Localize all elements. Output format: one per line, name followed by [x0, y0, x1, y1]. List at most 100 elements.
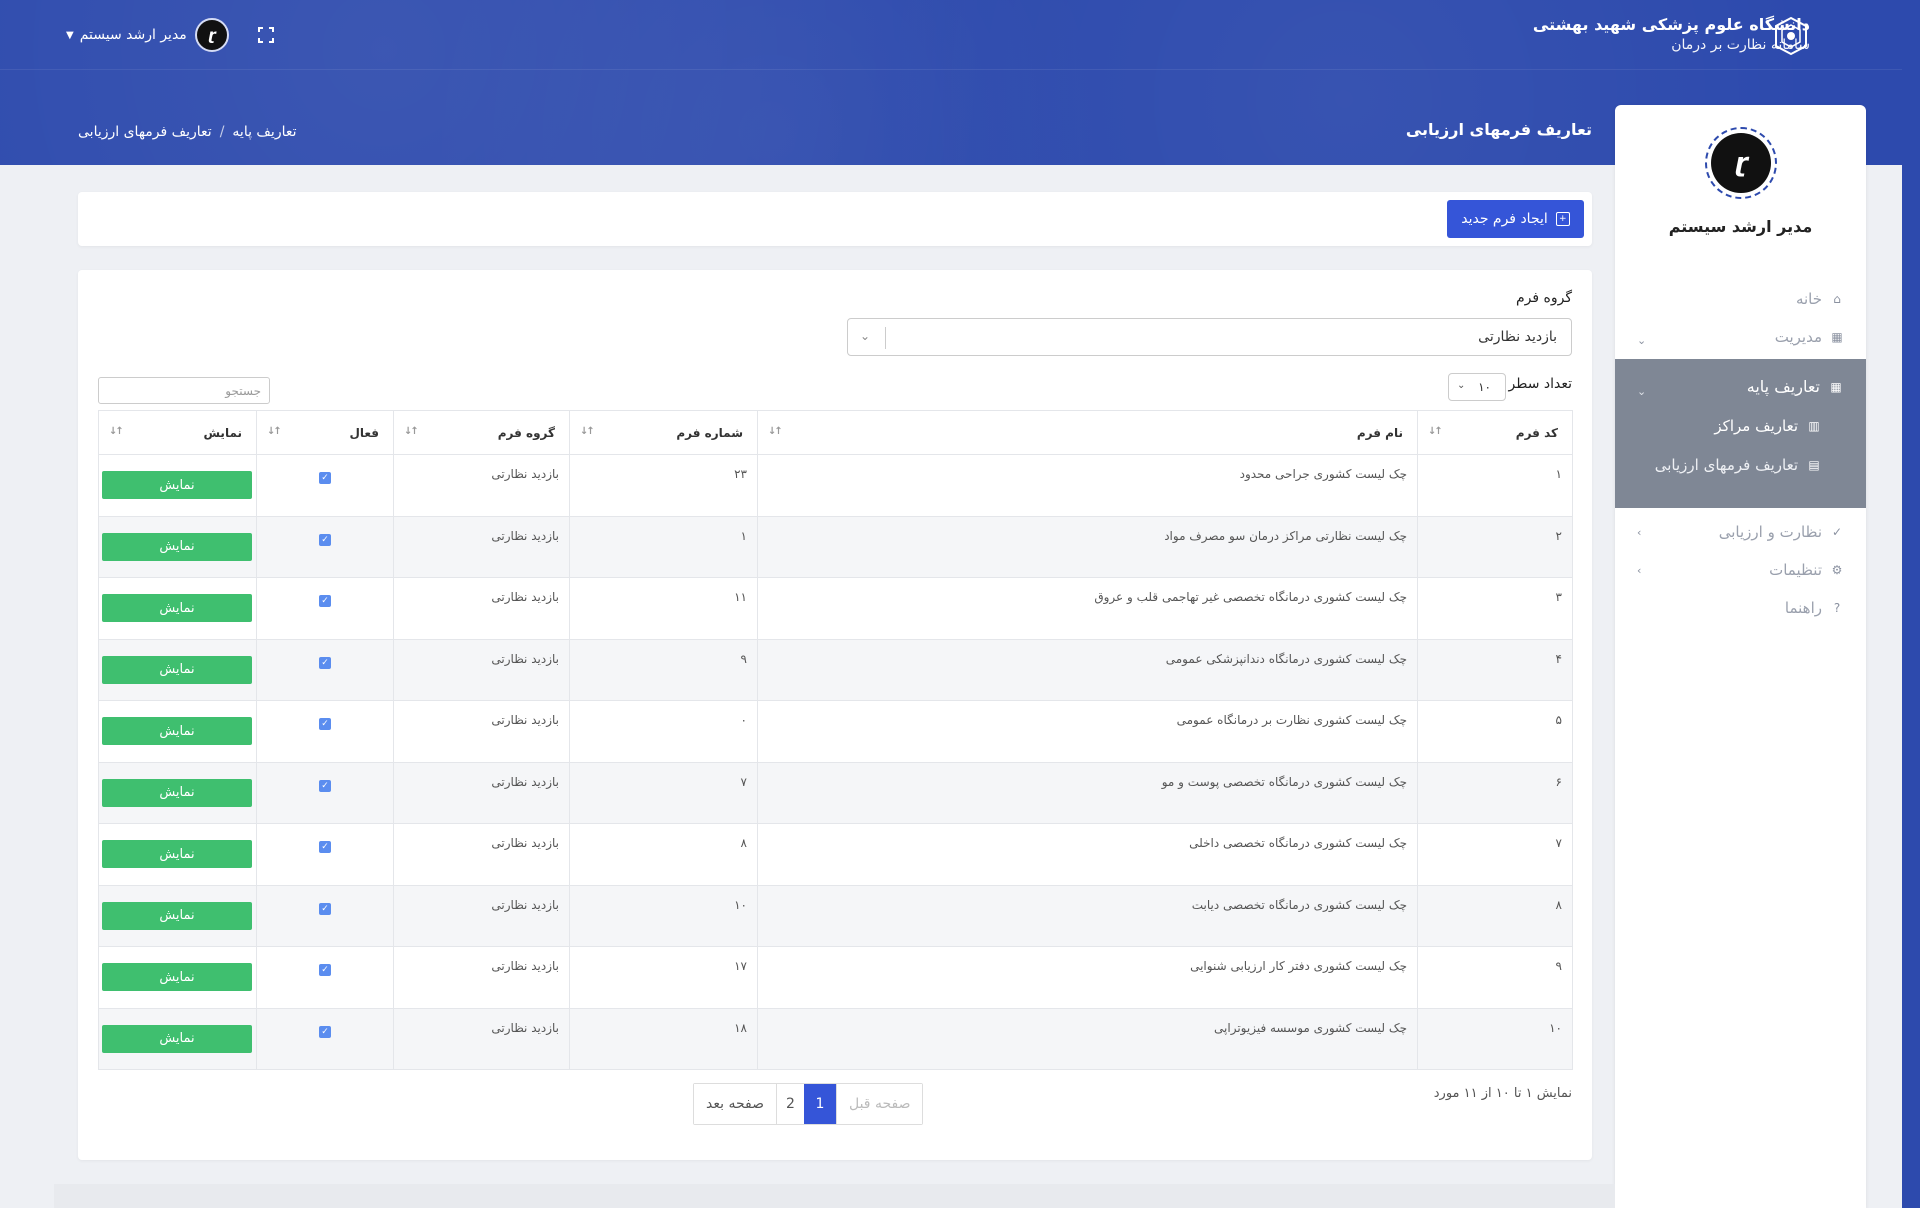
show-button[interactable]: نمایش	[102, 471, 252, 499]
question-icon: ?	[1833, 601, 1841, 615]
cell-active: ✓	[256, 946, 394, 1009]
table-row: ۱ چک لیست کشوری جراحی محدود ۲۳ بازدید نظارت…	[98, 454, 1573, 517]
cell-number: ۰	[569, 700, 758, 763]
active-checkbox[interactable]: ✓	[319, 718, 331, 730]
sidebar-item-monitoring[interactable]: ✓ نظارت و ارزیابی	[1719, 520, 1844, 544]
sidebar-item-label: نظارت و ارزیابی	[1718, 523, 1822, 541]
show-button[interactable]: نمایش	[102, 901, 252, 930]
cell-number: ۱	[569, 515, 758, 578]
cell-code: ۵	[1417, 700, 1573, 763]
chevron-down-icon: ▼	[66, 29, 74, 41]
page-button-1[interactable]: 1	[803, 1084, 836, 1124]
sidebar-item-label: راهنما	[1784, 599, 1822, 617]
form-group-select[interactable]: بازدید نظارتی ⌄	[847, 318, 1572, 356]
cell-show: نمایش	[98, 1007, 257, 1070]
rows-per-page-select[interactable]: ۱۰ ⌄	[1448, 373, 1506, 401]
show-button[interactable]: نمایش	[102, 655, 252, 684]
show-button[interactable]: نمایش	[102, 1024, 252, 1053]
active-checkbox[interactable]: ✓	[319, 595, 331, 607]
sidebar-item-base-definitions[interactable]: ▦ تعاریف پایه	[1747, 377, 1844, 396]
cell-active: ✓	[256, 884, 394, 947]
show-button[interactable]: نمایش	[102, 840, 252, 868]
table-header-row: کد فرم ↑↓ نام فرم ↑↓ شماره فرم ↑↓ گروه فرم ↑…	[98, 410, 1573, 455]
user-name: مدیر ارشد سیستم	[79, 27, 187, 43]
cell-active: ✓	[256, 577, 394, 640]
sort-icon: ↑↓	[768, 426, 783, 437]
cell-group: بازدید نظارتی	[393, 454, 570, 517]
gear-icon: ⚙	[1831, 563, 1843, 577]
avatar: ɽ	[1705, 127, 1777, 199]
sidebar-item-label: خانه	[1795, 290, 1822, 308]
page-button-2[interactable]: 2	[775, 1084, 804, 1124]
next-page-button[interactable]: صفحه بعد	[694, 1084, 776, 1124]
sidebar-active-group: ▦ تعاریف پایه ⌄ ▥ تعاریف مراکز ▤ تعاریف …	[1615, 359, 1866, 508]
sidebar-item-label: تعاریف فرمهای ارزیابی	[1654, 456, 1798, 474]
cell-group: بازدید نظارتی	[393, 761, 570, 824]
breadcrumb-item[interactable]: تعاریف پایه	[232, 124, 296, 140]
cell-show: نمایش	[98, 577, 257, 640]
pagination-info: نمایش ۱ تا ۱۰ از ۱۱ مورد	[1433, 1086, 1572, 1101]
table-row: ۹ چک لیست کشوری دفتر کار ارزیابی شنوایی ۱۷…	[98, 946, 1573, 1009]
show-button[interactable]: نمایش	[102, 778, 252, 807]
table-row: ۱۰ چک لیست کشوری موسسه فیزیوتراپی ۱۸ بازدید…	[98, 1007, 1573, 1070]
sort-icon: ↑↓	[1428, 426, 1443, 437]
sidebar-item-home[interactable]: ⌂ خانه	[1796, 287, 1844, 311]
brand: دانشگاه علوم پزشکی شهید بهشتی سامانه نظا…	[1533, 14, 1810, 54]
column-header-number[interactable]: شماره فرم ↑↓	[569, 410, 758, 455]
cell-name: چک لیست کشوری موسسه فیزیوتراپی	[757, 1007, 1418, 1070]
cell-show: نمایش	[98, 515, 257, 578]
active-checkbox[interactable]: ✓	[319, 964, 331, 976]
column-header-label: نام فرم	[1356, 425, 1403, 440]
sidebar-item-evaluation-forms[interactable]: ▤ تعاریف فرمهای ارزیابی	[1655, 456, 1822, 474]
active-checkbox[interactable]: ✓	[319, 533, 331, 546]
active-checkbox[interactable]: ✓	[319, 779, 331, 792]
cell-name: چک لیست کشوری درمانگاه تخصصی غیر تهاجمی …	[757, 577, 1418, 640]
show-button[interactable]: نمایش	[102, 963, 252, 991]
show-button[interactable]: نمایش	[102, 717, 252, 745]
chevron-down-icon: ⌄	[1637, 333, 1647, 347]
show-button[interactable]: نمایش	[102, 594, 252, 622]
column-header-group[interactable]: گروه فرم ↑↓	[393, 410, 570, 455]
sidebar-item-label: تنظیمات	[1769, 561, 1822, 579]
sidebar: ɽ مدیر ارشد سیستم ⌂ خانه ▦ مدیریت ⌄ ▦ تع…	[1615, 105, 1866, 1208]
show-button[interactable]: نمایش	[102, 532, 252, 561]
active-checkbox[interactable]: ✓	[319, 841, 331, 853]
rows-per-page-value: ۱۰	[1478, 380, 1491, 394]
fullscreen-icon[interactable]	[256, 25, 276, 45]
home-icon: ⌂	[1833, 292, 1841, 306]
column-header-name[interactable]: نام فرم ↑↓	[757, 410, 1418, 455]
create-form-button[interactable]: + ایجاد فرم جدید	[1447, 200, 1584, 238]
column-header-show[interactable]: نمایش ↑↓	[98, 410, 257, 455]
column-header-active[interactable]: فعال ↑↓	[256, 410, 394, 455]
create-form-label: ایجاد فرم جدید	[1461, 211, 1548, 227]
active-checkbox[interactable]: ✓	[319, 656, 331, 669]
sidebar-item-help[interactable]: ? راهنما	[1785, 596, 1844, 620]
scrollbar[interactable]	[1902, 0, 1920, 1208]
cell-number: ۹	[569, 638, 758, 701]
pagination: صفحه بعد 2 1 صفحه قبل	[693, 1083, 924, 1125]
sidebar-item-management[interactable]: ▦ مدیریت	[1775, 325, 1844, 349]
table-row: ۳ چک لیست کشوری درمانگاه تخصصی غیر تهاجمی…	[98, 577, 1573, 640]
cell-number: ۷	[569, 761, 758, 824]
cell-group: بازدید نظارتی	[393, 884, 570, 947]
active-checkbox[interactable]: ✓	[319, 902, 331, 915]
cell-group: بازدید نظارتی	[393, 577, 570, 640]
university-logo-icon	[1775, 16, 1807, 56]
table-row: ۷ چک لیست کشوری درمانگاه تخصصی داخلی ۸ بازد…	[98, 823, 1573, 886]
sort-icon: ↑↓	[267, 426, 282, 437]
search-input[interactable]	[98, 377, 270, 404]
breadcrumb-item: تعاریف فرمهای ارزیابی	[78, 124, 212, 140]
active-checkbox[interactable]: ✓	[319, 472, 331, 484]
table-row: ۶ چک لیست کشوری درمانگاه تخصصی پوست و مو ۷…	[98, 761, 1573, 824]
cell-name: چک لیست کشوری نظارت بر درمانگاه عمومی	[757, 700, 1418, 763]
table-row: ۵ چک لیست کشوری نظارت بر درمانگاه عمومی ۰ ب…	[98, 700, 1573, 763]
user-menu[interactable]: ▼ مدیر ارشد سیستم ɽ	[66, 18, 229, 52]
prev-page-button[interactable]: صفحه قبل	[835, 1084, 923, 1124]
column-header-code[interactable]: کد فرم ↑↓	[1417, 410, 1573, 455]
column-header-label: شماره فرم	[676, 425, 743, 440]
cell-number: ۱۸	[569, 1007, 758, 1070]
sidebar-item-settings[interactable]: ⚙ تنظیمات	[1769, 558, 1844, 582]
active-checkbox[interactable]: ✓	[319, 1025, 331, 1038]
sidebar-item-centers[interactable]: ▥ تعاریف مراکز	[1714, 417, 1822, 435]
cell-name: چک لیست کشوری درمانگاه دندانپزشکی عمومی	[757, 638, 1418, 701]
